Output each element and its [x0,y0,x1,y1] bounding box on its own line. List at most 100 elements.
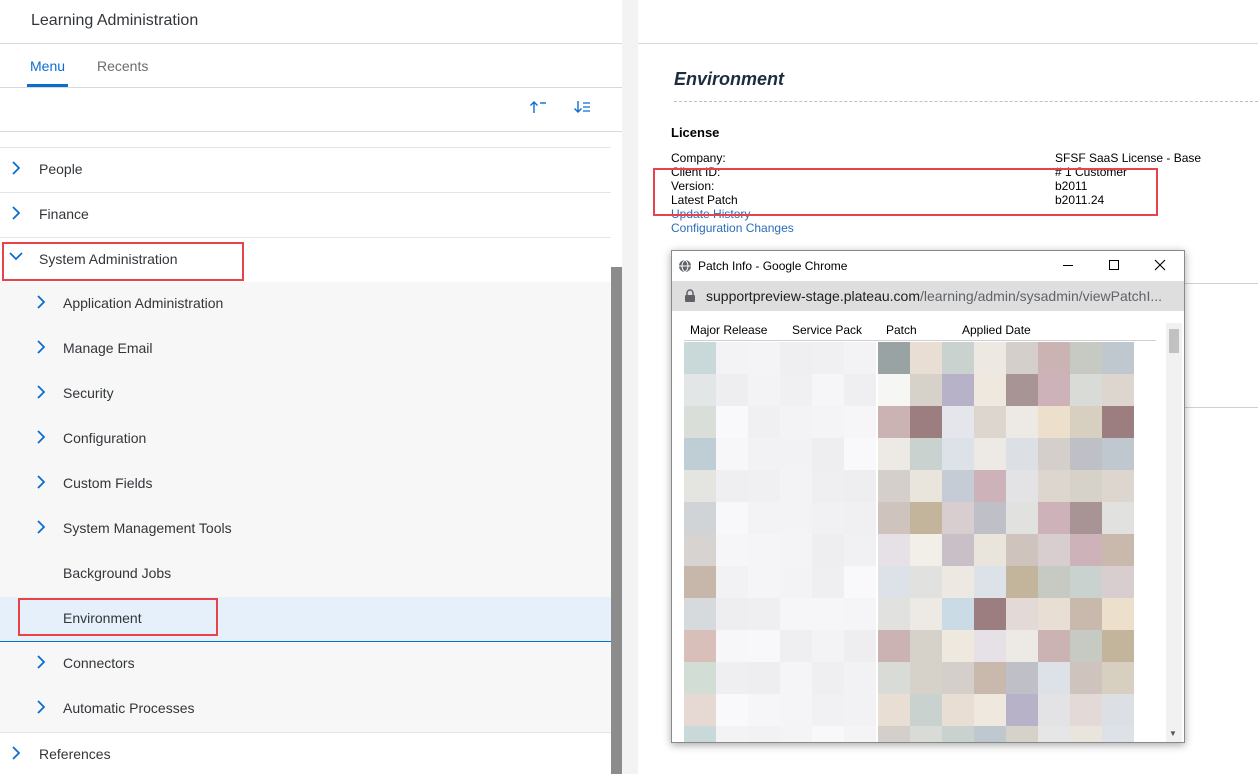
close-icon[interactable] [1150,256,1170,276]
obscured-cell [716,630,748,662]
obscured-cell [878,438,910,470]
chevron-right-icon[interactable] [33,473,49,493]
chevron-right-icon[interactable] [8,159,24,179]
tree-item-label: Finance [39,206,89,222]
obscured-cell [1070,374,1102,406]
obscured-cell [716,598,748,630]
popup-scrollbar-thumb[interactable] [1169,329,1179,353]
obscured-cell [684,502,716,534]
panel-splitter[interactable] [622,0,638,774]
tree-item-application-administration[interactable]: Application Administration [0,282,611,327]
tree-item-references[interactable]: References [0,732,611,777]
obscured-cell [748,630,780,662]
tree-item-automatic-processes[interactable]: Automatic Processes [0,687,611,732]
column-service-pack[interactable]: Service Pack [792,323,862,337]
obscured-cell [684,694,716,726]
minimize-icon[interactable] [1058,256,1078,276]
obscured-cell [812,598,844,630]
obscured-cell [748,534,780,566]
chevron-right-icon[interactable] [33,698,49,718]
chevron-right-icon[interactable] [33,338,49,358]
obscured-cell [1102,438,1134,470]
obscured-cell [974,438,1006,470]
blurred-patch-rows [684,342,1148,742]
obscured-cell [1006,438,1038,470]
obscured-cell [1038,566,1070,598]
obscured-cell [1070,502,1102,534]
tree-item-configuration[interactable]: Configuration [0,417,611,462]
obscured-cell [716,502,748,534]
obscured-cell [812,502,844,534]
url-text[interactable]: supportpreview-stage.plateau.com/learnin… [706,288,1162,304]
obscured-cell [878,406,910,438]
obscured-cell [1070,598,1102,630]
license-heading: License [671,125,720,140]
tree-item-manage-email[interactable]: Manage Email [0,327,611,372]
obscured-cell [974,502,1006,534]
obscured-cell [1038,598,1070,630]
sort-ascending-icon[interactable] [529,100,547,117]
obscured-cell [1038,726,1070,742]
maximize-icon[interactable] [1104,256,1124,276]
obscured-cell [780,534,812,566]
globe-icon [678,259,692,278]
patch-info-window[interactable]: Patch Info - Google Chrome supportprevie… [671,250,1185,743]
chevron-right-icon[interactable] [8,204,24,224]
configuration-changes-link[interactable]: Configuration Changes [671,221,794,235]
sort-descending-icon[interactable] [573,100,591,117]
tree-item-custom-fields[interactable]: Custom Fields [0,462,611,507]
obscured-cell [1038,630,1070,662]
obscured-cell [1006,374,1038,406]
column-major-release[interactable]: Major Release [690,323,767,337]
tree-item-label: System Management Tools [63,520,232,536]
obscured-cell [1070,438,1102,470]
tree-item-connectors[interactable]: Connectors [0,642,611,687]
tree-item-security[interactable]: Security [0,372,611,417]
tree-item-background-jobs[interactable]: Background Jobs [0,552,611,597]
obscured-cell [910,566,942,598]
popup-scrollbar[interactable]: ▼ [1166,323,1182,742]
obscured-cell [1102,534,1134,566]
window-titlebar[interactable]: Patch Info - Google Chrome [672,251,1184,281]
tree-item-label: Custom Fields [63,475,153,491]
chevron-right-icon[interactable] [33,293,49,313]
scroll-down-icon[interactable]: ▼ [1169,729,1177,738]
obscured-cell [942,502,974,534]
obscured-cell [748,598,780,630]
chevron-right-icon[interactable] [8,744,24,764]
obscured-cell [780,470,812,502]
obscured-cell [910,470,942,502]
obscured-cell [910,726,942,742]
obscured-cell [974,694,1006,726]
chevron-right-icon[interactable] [33,653,49,673]
tab-recents[interactable]: Recents [97,58,148,74]
column-patch[interactable]: Patch [886,323,917,337]
obscured-cell [1102,374,1134,406]
obscured-cell [878,662,910,694]
tab-menu[interactable]: Menu [30,58,65,74]
obscured-cell [942,534,974,566]
obscured-cell [684,534,716,566]
obscured-cell [716,726,748,742]
tree-item-finance[interactable]: Finance [0,192,611,237]
obscured-cell [844,630,876,662]
company-label: Company: [671,151,726,165]
table-header-divider [684,340,1156,341]
chevron-right-icon[interactable] [33,383,49,403]
obscured-cell [910,438,942,470]
obscured-cell [1006,566,1038,598]
tree-item-label: Connectors [63,655,135,671]
obscured-cell [780,726,812,742]
column-applied-date[interactable]: Applied Date [962,323,1031,337]
address-bar[interactable]: supportpreview-stage.plateau.com/learnin… [672,281,1184,311]
tree-item-system-management-tools[interactable]: System Management Tools [0,507,611,552]
obscured-cell [910,694,942,726]
chevron-right-icon[interactable] [33,518,49,538]
tree-item-label: References [39,746,111,762]
chevron-right-icon[interactable] [33,428,49,448]
obscured-cell [812,374,844,406]
obscured-cell [878,566,910,598]
obscured-cell [780,566,812,598]
tree-scrollbar-thumb[interactable] [611,267,622,774]
tree-item-people[interactable]: People [0,147,611,192]
